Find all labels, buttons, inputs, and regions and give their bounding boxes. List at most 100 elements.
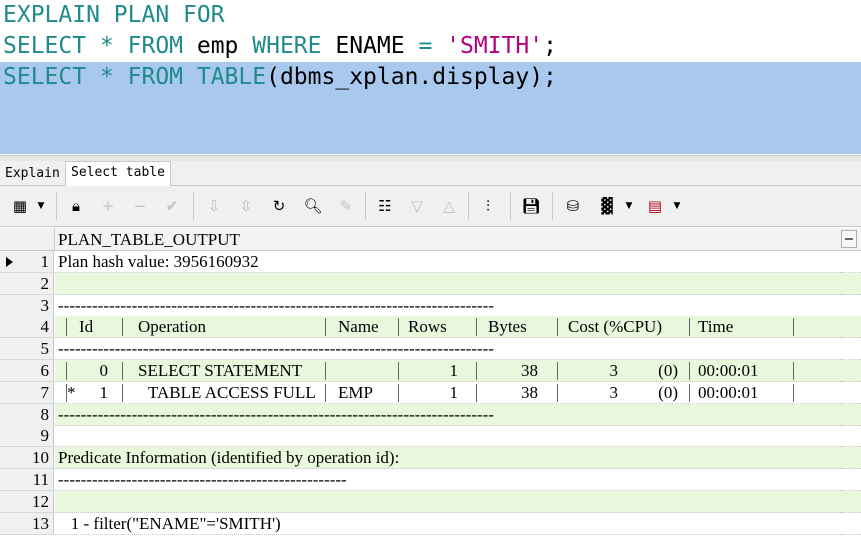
table-row[interactable]: 13 1 - filter("ENAME"='SMITH') <box>0 512 861 535</box>
grid-cell[interactable] <box>55 272 841 295</box>
export-icon[interactable]: ⛁ <box>561 194 585 218</box>
code-line-3[interactable]: SELECT * FROM TABLE(dbms_xplan.display); <box>0 62 861 93</box>
row-tail <box>841 403 861 426</box>
last-record-icon[interactable]: ⇳ <box>234 194 258 218</box>
table-row[interactable]: 7 * 1 TABLE ACCESS FULL EMP 1 38 3 (0) 00:00:01 <box>0 381 861 404</box>
string-literal: 'SMITH' <box>446 33 544 59</box>
table-row[interactable]: 9 <box>0 425 861 448</box>
sort-down-icon[interactable]: ▽ <box>405 194 429 218</box>
row-number[interactable]: 11 <box>0 469 54 491</box>
grid-cell[interactable]: Id Operation Name Rows Bytes Cost (%CPU) Time <box>55 316 841 339</box>
grid-cell[interactable]: Plan hash value: 3956160932 <box>55 251 841 273</box>
row-number[interactable]: 6 <box>0 360 54 382</box>
plan-time: 00:00:01 <box>698 361 759 380</box>
query-by-example-icon[interactable]: ☷ <box>373 194 397 218</box>
grid-cell[interactable]: ----------------------------------------… <box>55 403 841 426</box>
row-number[interactable]: 8 <box>0 403 54 426</box>
column-header-plan-table-output[interactable]: PLAN_TABLE_OUTPUT <box>58 228 240 250</box>
plan-bytes: 38 <box>521 361 538 380</box>
row-number[interactable]: 13 <box>0 512 54 535</box>
row-tail <box>841 490 861 513</box>
identifier: emp <box>183 33 253 59</box>
result-grid[interactable]: PLAN_TABLE_OUTPUT 1 Plan hash value: 3956… <box>0 228 861 545</box>
toolbar-separator <box>468 192 469 220</box>
tree-icon[interactable]: ⫶ <box>476 194 500 218</box>
plan-star: * <box>67 382 76 402</box>
row-number[interactable]: 1 <box>0 251 54 273</box>
chevron-down-icon[interactable]: ▼ <box>36 194 46 218</box>
table-row[interactable]: 11 --------------------------------------… <box>0 469 861 491</box>
table-row[interactable]: 5 ---------------------------------------… <box>0 338 861 361</box>
column-divider <box>325 383 326 402</box>
table-row[interactable]: 1 Plan hash value: 3956160932 <box>0 251 861 273</box>
column-divider <box>689 362 690 380</box>
row-number[interactable]: 2 <box>0 272 54 295</box>
result-tabs: Explain Select table <box>0 161 861 186</box>
row-number[interactable]: 4 <box>0 316 54 339</box>
code-line-1[interactable]: EXPLAIN PLAN FOR <box>0 0 861 31</box>
grid-cell[interactable]: ----------------------------------------… <box>55 295 841 317</box>
table-row[interactable]: 12 <box>0 490 861 513</box>
row-number[interactable]: 10 <box>0 447 54 470</box>
row-number[interactable]: 12 <box>0 490 54 513</box>
chart-icon[interactable]: ▓ <box>595 194 619 218</box>
grid-cell[interactable]: 0 SELECT STATEMENT 1 38 3 (0) 00:00:01 <box>55 360 841 382</box>
grid-corner[interactable] <box>0 228 55 250</box>
row-number[interactable]: 3 <box>0 294 54 317</box>
grid-cell[interactable]: Predicate Information (identified by ope… <box>55 447 841 470</box>
grid-cell[interactable]: 1 - filter("ENAME"='SMITH') <box>55 513 841 535</box>
add-record-icon[interactable]: + <box>96 194 120 218</box>
grid-cell[interactable] <box>55 490 841 513</box>
toolbar-separator <box>510 192 511 220</box>
column-divider <box>325 362 326 380</box>
scroll-handle[interactable] <box>841 230 857 248</box>
code-line-2[interactable]: SELECT * FROM emp WHERE ENAME = 'SMITH'; <box>0 31 861 62</box>
grid-cell[interactable]: ----------------------------------------… <box>55 469 841 491</box>
plan-cost: 3 <box>609 361 619 380</box>
tab-select-table[interactable]: Select table <box>65 161 171 186</box>
row-tail <box>841 316 861 339</box>
table-view-icon[interactable]: ▤ <box>643 194 667 218</box>
operator: = <box>418 33 447 59</box>
toolbar-separator <box>552 192 553 220</box>
sql-editor[interactable]: EXPLAIN PLAN FOR SELECT * FROM emp WHERE… <box>0 0 861 155</box>
tab-explain[interactable]: Explain <box>0 163 65 185</box>
table-row[interactable]: 4 Id Operation Name Rows Bytes Cost (%CPU) Time <box>0 316 861 339</box>
table-row[interactable]: 6 0 SELECT STATEMENT 1 38 3 (0) 00:00:01 <box>0 360 861 382</box>
plan-id: Id <box>79 317 94 337</box>
plan-id: 0 <box>99 361 109 380</box>
grid-toolbar: ▦ ▼ 🔒︎ + − ✔ ⇩ ⇳ ↻ 🔍︎ ✎ ☷ ▽ △ ⫶ 💾︎ ⛁ ▓ ▼… <box>0 186 861 227</box>
table-row[interactable]: 3 ---------------------------------------… <box>0 294 861 317</box>
table-row[interactable]: 10 Predicate Information (identified by o… <box>0 447 861 470</box>
post-changes-icon[interactable]: ✔ <box>160 194 184 218</box>
plan-operation: Operation <box>138 317 206 337</box>
sort-up-icon[interactable]: △ <box>437 194 461 218</box>
column-divider <box>557 318 558 337</box>
grid-cell[interactable]: ----------------------------------------… <box>55 338 841 361</box>
grid-view-icon[interactable]: ▦ <box>8 194 32 218</box>
plan-cpu: (0) <box>658 382 678 402</box>
grid-cell[interactable] <box>55 425 841 448</box>
identifier: ENAME <box>321 33 419 59</box>
chevron-down-icon[interactable]: ▼ <box>672 194 682 218</box>
next-record-icon[interactable]: ⇩ <box>202 194 226 218</box>
grid-cell[interactable]: * 1 TABLE ACCESS FULL EMP 1 38 3 (0) 00:00:01 <box>55 382 841 404</box>
row-number[interactable]: 5 <box>0 338 54 361</box>
row-number[interactable]: 9 <box>0 425 54 448</box>
save-icon[interactable]: 💾︎ <box>519 194 543 218</box>
plan-operation: SELECT STATEMENT <box>138 361 303 380</box>
toolbar-separator <box>56 192 57 220</box>
plan-text: ----------------------------------------… <box>58 404 494 424</box>
delete-record-icon[interactable]: − <box>128 194 152 218</box>
clear-icon[interactable]: ✎ <box>334 194 358 218</box>
table-row[interactable]: 8 ---------------------------------------… <box>0 403 861 426</box>
row-number[interactable]: 7 <box>0 381 54 404</box>
refresh-icon[interactable]: ↻ <box>267 194 291 218</box>
toolbar-separator <box>193 192 194 220</box>
chevron-down-icon[interactable]: ▼ <box>624 194 634 218</box>
lock-icon[interactable]: 🔒︎ <box>64 194 88 218</box>
plan-bytes: Bytes <box>488 317 527 337</box>
table-row[interactable]: 2 <box>0 272 861 295</box>
find-icon[interactable]: 🔍︎ <box>301 194 325 218</box>
grid-header: PLAN_TABLE_OUTPUT <box>0 228 861 251</box>
